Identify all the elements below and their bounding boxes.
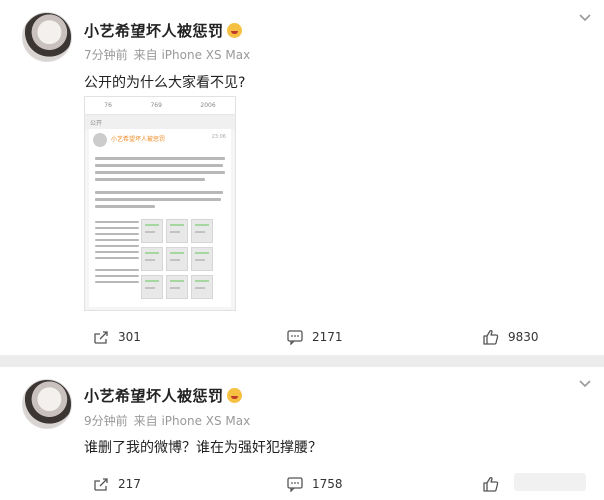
- embed-text-line: [95, 164, 223, 167]
- share-button[interactable]: 301: [92, 324, 141, 350]
- embed-chat-thumb: [191, 247, 213, 271]
- embed-chat-thumb: [166, 247, 188, 271]
- comment-icon: [287, 477, 303, 492]
- post-meta: 7分钟前 来自 iPhone XS Max: [84, 46, 256, 63]
- username[interactable]: 小艺希望坏人被惩罚: [84, 385, 242, 406]
- action-bar: 301 2171 9830: [0, 324, 604, 350]
- embed-chat-thumb: [141, 219, 163, 243]
- embed-text-line: [95, 191, 223, 194]
- embed-text-line: [95, 281, 139, 283]
- embedded-screenshot[interactable]: 76 769 2006 公开 小艺希望坏人被惩罚 23:06: [84, 96, 236, 311]
- weibo-post-2: 小艺希望坏人被惩罚 9分钟前 来自 iPhone XS Max 谁删了我的微博？谁…: [0, 367, 604, 500]
- comment-icon: [287, 330, 303, 345]
- embed-stat: 76: [104, 102, 112, 109]
- embed-public-label: 公开: [85, 115, 235, 129]
- share-count: 301: [118, 330, 141, 344]
- embed-time: 23:06: [211, 134, 226, 140]
- embed-chat-thumb: [141, 247, 163, 271]
- chevron-down-icon[interactable]: [578, 12, 592, 22]
- embed-text-line: [95, 251, 139, 253]
- post-source: 来自 iPhone XS Max: [133, 48, 251, 62]
- embed-chat-thumb: [191, 275, 213, 299]
- avatar[interactable]: [22, 12, 72, 62]
- like-button[interactable]: 9830: [482, 324, 539, 350]
- crying-face-icon: [226, 388, 242, 403]
- embed-text-line: [95, 178, 205, 181]
- embed-stat: 769: [150, 102, 162, 109]
- embed-text-line: [95, 275, 139, 277]
- chevron-down-icon[interactable]: [578, 378, 592, 388]
- post-time: 9分钟前: [84, 414, 128, 428]
- embed-chat-thumb: [141, 275, 163, 299]
- share-button[interactable]: 217: [92, 471, 141, 497]
- share-icon: [94, 331, 108, 344]
- embed-stats: 76 769 2006: [85, 97, 235, 115]
- share-count: 217: [118, 477, 141, 491]
- username-text[interactable]: 小艺希望坏人被惩罚: [84, 387, 224, 405]
- embed-text-line: [95, 257, 139, 259]
- embed-chat-thumb: [191, 219, 213, 243]
- like-count: 9830: [508, 330, 539, 344]
- embed-username: 小艺希望坏人被惩罚: [111, 136, 166, 143]
- username-text[interactable]: 小艺希望坏人被惩罚: [84, 22, 224, 40]
- embed-text-line: [95, 205, 155, 208]
- post-text: 公开的为什么大家看不见?: [84, 75, 246, 91]
- embed-post: 小艺希望坏人被惩罚 23:06: [89, 129, 231, 307]
- post-meta: 9分钟前 来自 iPhone XS Max: [84, 412, 256, 429]
- comment-button[interactable]: 2171: [286, 324, 343, 350]
- post-text: 谁删了我的微博？谁在为强奸犯撑腰？: [84, 440, 322, 456]
- embed-text-line: [95, 198, 221, 201]
- embed-stat: 2006: [200, 102, 216, 109]
- avatar[interactable]: [22, 379, 72, 429]
- comment-count: 2171: [312, 330, 343, 344]
- like-button[interactable]: [482, 471, 508, 497]
- embed-chat-thumb: [166, 219, 188, 243]
- share-icon: [94, 478, 108, 491]
- embed-avatar: [93, 133, 107, 147]
- comment-button[interactable]: 1758: [286, 471, 343, 497]
- crying-face-icon: [226, 23, 242, 38]
- weibo-post-1: 小艺希望坏人被惩罚 7分钟前 来自 iPhone XS Max 公开的为什么大家看…: [0, 0, 604, 355]
- username[interactable]: 小艺希望坏人被惩罚: [84, 20, 242, 41]
- embed-text-line: [95, 227, 139, 229]
- embed-text-line: [95, 269, 139, 271]
- watermark: [514, 473, 586, 491]
- embed-text-line: [95, 245, 139, 247]
- like-icon: [483, 330, 499, 345]
- post-time: 7分钟前: [84, 48, 128, 62]
- embed-text-line: [95, 239, 139, 241]
- embed-chat-thumb: [166, 275, 188, 299]
- embed-text-line: [95, 221, 139, 223]
- embed-text-line: [95, 157, 225, 160]
- embed-text-line: [95, 233, 139, 235]
- comment-count: 1758: [312, 477, 343, 491]
- post-source: 来自 iPhone XS Max: [133, 414, 251, 428]
- embed-text-line: [95, 171, 225, 174]
- like-icon: [483, 477, 499, 492]
